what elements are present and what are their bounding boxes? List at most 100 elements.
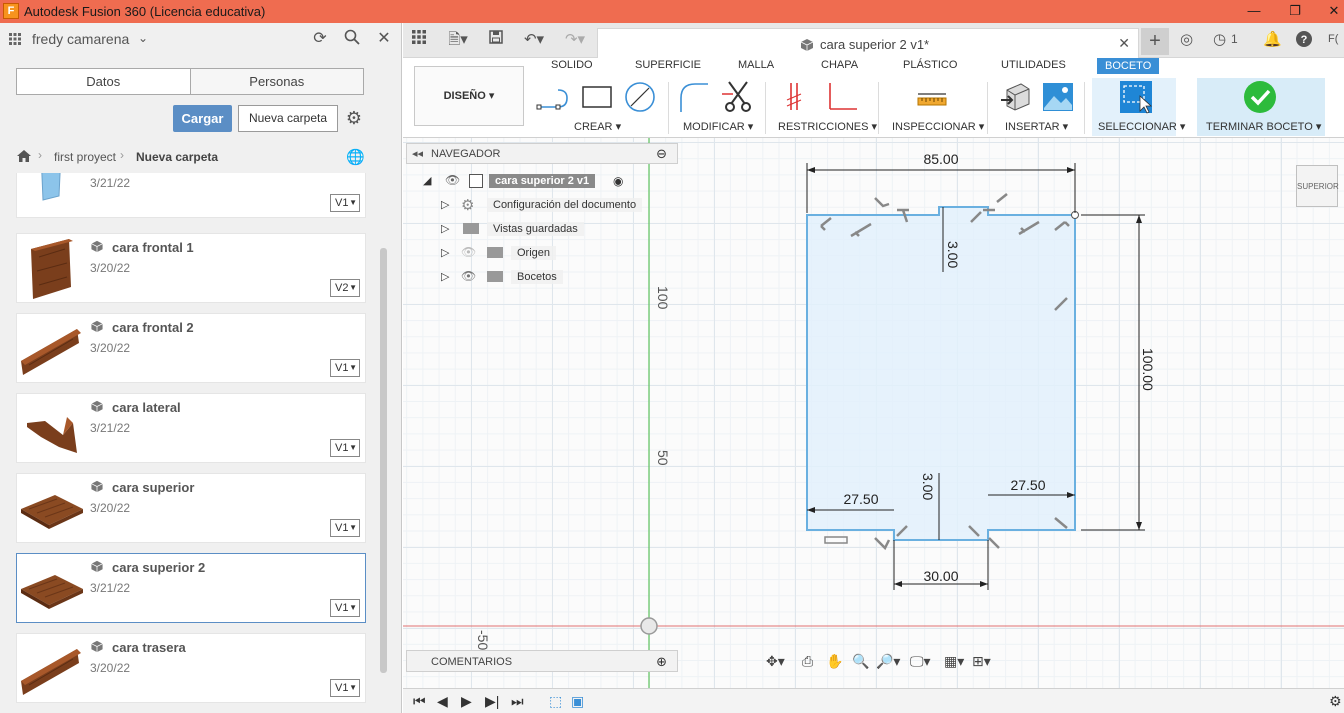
file-name[interactable]: cara frontal 1 xyxy=(112,240,194,255)
tab-plastico[interactable]: PLÁSTICO xyxy=(903,59,957,71)
go-to-start-icon[interactable]: ⏮ xyxy=(413,693,426,710)
file-name[interactable]: cara superior 2 xyxy=(112,560,205,575)
upload-button[interactable]: Cargar xyxy=(173,105,232,132)
version-dropdown[interactable]: V1 ▼ xyxy=(330,679,360,697)
coincident-constraint-icon[interactable] xyxy=(781,80,815,114)
add-comment-icon[interactable]: ⊕ xyxy=(656,654,667,670)
gear-icon[interactable]: ⚙ xyxy=(344,108,364,128)
visibility-hidden-icon[interactable]: 👁 xyxy=(461,245,476,259)
file-item[interactable]: cara lateral 3/21/22 V1 ▼ xyxy=(16,393,366,463)
step-back-icon[interactable]: ◀ xyxy=(437,693,448,710)
apps-grid-icon[interactable] xyxy=(9,33,21,45)
select-icon[interactable] xyxy=(1119,80,1153,114)
step-forward-icon[interactable]: ▶| xyxy=(485,693,499,710)
notifications-icon[interactable]: 🔔 xyxy=(1263,30,1282,48)
file-name[interactable]: cara lateral xyxy=(112,400,181,415)
view-cube[interactable]: SUPERIOR xyxy=(1296,165,1339,207)
finish-sketch-button[interactable]: TERMINAR BOCETO ▾ xyxy=(1206,120,1321,133)
finish-sketch-check-icon[interactable] xyxy=(1243,80,1277,114)
orbit-icon[interactable]: ✥▾ xyxy=(766,653,785,670)
version-dropdown[interactable]: V2 ▼ xyxy=(330,279,360,297)
expand-triangle-icon[interactable]: ▷ xyxy=(441,270,449,283)
tab-chapa[interactable]: CHAPA xyxy=(821,59,858,71)
scrollbar[interactable] xyxy=(380,248,387,673)
redo-icon[interactable]: ↷▾ xyxy=(559,30,591,50)
browser-root[interactable]: ◢ 👁 cara superior 2 v1 ◉ xyxy=(423,171,643,191)
browser-item-sketches[interactable]: ▷ 👁 Bocetos xyxy=(441,267,641,287)
timeline-feature-icon[interactable]: ▣ xyxy=(571,693,584,710)
workspace-switcher[interactable]: DISEÑO ▾ xyxy=(414,66,524,126)
browser-item-config[interactable]: ▷ ⚙ Configuración del documento xyxy=(441,195,643,215)
go-to-end-icon[interactable]: ⏭ xyxy=(511,693,524,710)
perpendicular-constraint-icon[interactable] xyxy=(825,80,859,114)
file-name[interactable]: cara superior xyxy=(112,480,194,495)
line-icon[interactable] xyxy=(536,80,570,114)
tab-superficie[interactable]: SUPERFICIE xyxy=(635,59,701,71)
file-item[interactable]: 3/21/22 V1 ▼ xyxy=(16,173,366,218)
file-thumbnail[interactable] xyxy=(19,317,83,381)
display-settings-icon[interactable]: 🖵▾ xyxy=(910,653,931,670)
expand-triangle-icon[interactable]: ▷ xyxy=(441,198,449,211)
chevron-down-icon[interactable]: ⌄ xyxy=(138,31,148,45)
trim-scissors-icon[interactable] xyxy=(721,80,755,114)
group-restricciones[interactable]: RESTRICCIONES ▾ xyxy=(778,120,877,133)
version-dropdown[interactable]: V1 ▼ xyxy=(330,519,360,537)
extensions-icon[interactable]: ◎ xyxy=(1180,30,1193,48)
tab-utilidades[interactable]: UTILIDADES xyxy=(1001,59,1066,71)
file-thumbnail[interactable] xyxy=(19,477,83,541)
close-tab-icon[interactable]: ✕ xyxy=(1118,35,1130,52)
dimension-top-notch[interactable]: 3.00 xyxy=(945,241,961,268)
dimension-bottom-notch[interactable]: 3.00 xyxy=(920,473,936,500)
rectangle-icon[interactable] xyxy=(580,80,614,114)
group-crear[interactable]: CREAR ▾ xyxy=(574,120,621,133)
apps-grid-icon[interactable] xyxy=(408,30,430,50)
new-folder-button[interactable]: Nueva carpeta xyxy=(238,105,338,132)
file-name[interactable]: cara trasera xyxy=(112,640,186,655)
tab-datos[interactable]: Datos xyxy=(17,69,190,94)
tab-personas[interactable]: Personas xyxy=(189,69,363,94)
home-icon[interactable] xyxy=(16,149,32,163)
undo-icon[interactable]: ↶▾ xyxy=(518,30,550,50)
file-item[interactable]: cara frontal 2 3/20/22 V1 ▼ xyxy=(16,313,366,383)
dimension-notch-width[interactable]: 30.00 xyxy=(923,568,958,584)
file-thumbnail[interactable] xyxy=(19,557,83,621)
group-insertar[interactable]: INSERTAR ▾ xyxy=(1005,120,1068,133)
timeline-sketch-feature-icon[interactable]: ⬚ xyxy=(549,693,562,710)
file-item[interactable]: cara superior 3/20/22 V1 ▼ xyxy=(16,473,366,543)
file-item[interactable]: cara trasera 3/20/22 V1 ▼ xyxy=(16,633,366,703)
file-thumbnail[interactable] xyxy=(19,237,83,301)
grid-settings-icon[interactable]: ▦▾ xyxy=(944,653,964,670)
dimension-height[interactable]: 100.00 xyxy=(1140,348,1156,391)
tab-boceto[interactable]: BOCETO xyxy=(1097,58,1160,74)
tab-malla[interactable]: MALLA xyxy=(738,59,774,71)
help-icon[interactable]: ? xyxy=(1295,30,1313,52)
version-dropdown[interactable]: V1 ▼ xyxy=(330,439,360,457)
group-inspeccionar[interactable]: INSPECCIONAR ▾ xyxy=(892,120,984,133)
collapse-browser-icon[interactable]: ◂◂ xyxy=(412,147,423,160)
user-avatar[interactable]: F( xyxy=(1328,33,1338,45)
measure-icon[interactable] xyxy=(915,80,949,114)
globe-icon[interactable]: 🌐 xyxy=(346,148,365,166)
breadcrumb-project[interactable]: first proyect xyxy=(54,150,116,164)
group-modificar[interactable]: MODIFICAR ▾ xyxy=(683,120,753,133)
search-icon[interactable] xyxy=(342,29,362,49)
activate-radio-icon[interactable]: ◉ xyxy=(613,174,623,188)
document-tab[interactable]: cara superior 2 v1* ✕ xyxy=(597,28,1139,58)
save-icon[interactable] xyxy=(485,30,507,50)
file-item[interactable]: cara frontal 1 3/20/22 V2 ▼ xyxy=(16,233,366,303)
file-thumbnail[interactable] xyxy=(19,173,83,216)
fillet-icon[interactable] xyxy=(678,80,712,114)
minimize-icon[interactable]: — xyxy=(1244,2,1264,20)
look-at-icon[interactable]: ⎙ xyxy=(802,653,813,670)
play-icon[interactable]: ▶ xyxy=(461,693,472,710)
browser-header[interactable]: ◂◂ NAVEGADOR ⊖ xyxy=(406,143,678,164)
job-status-icon[interactable]: ◷ xyxy=(1213,30,1226,48)
user-name[interactable]: fredy camarena xyxy=(32,31,129,47)
visibility-eye-icon[interactable]: 👁 xyxy=(445,173,460,187)
fit-icon[interactable]: 🔎▾ xyxy=(876,653,900,670)
browser-item-origin[interactable]: ▷ 👁 Origen xyxy=(441,243,641,263)
dimension-right-offset[interactable]: 27.50 xyxy=(1010,477,1045,493)
visibility-eye-icon[interactable]: 👁 xyxy=(461,269,476,283)
timeline-settings-icon[interactable]: ⚙ xyxy=(1329,693,1342,710)
pan-hand-icon[interactable]: ✋ xyxy=(826,653,843,670)
